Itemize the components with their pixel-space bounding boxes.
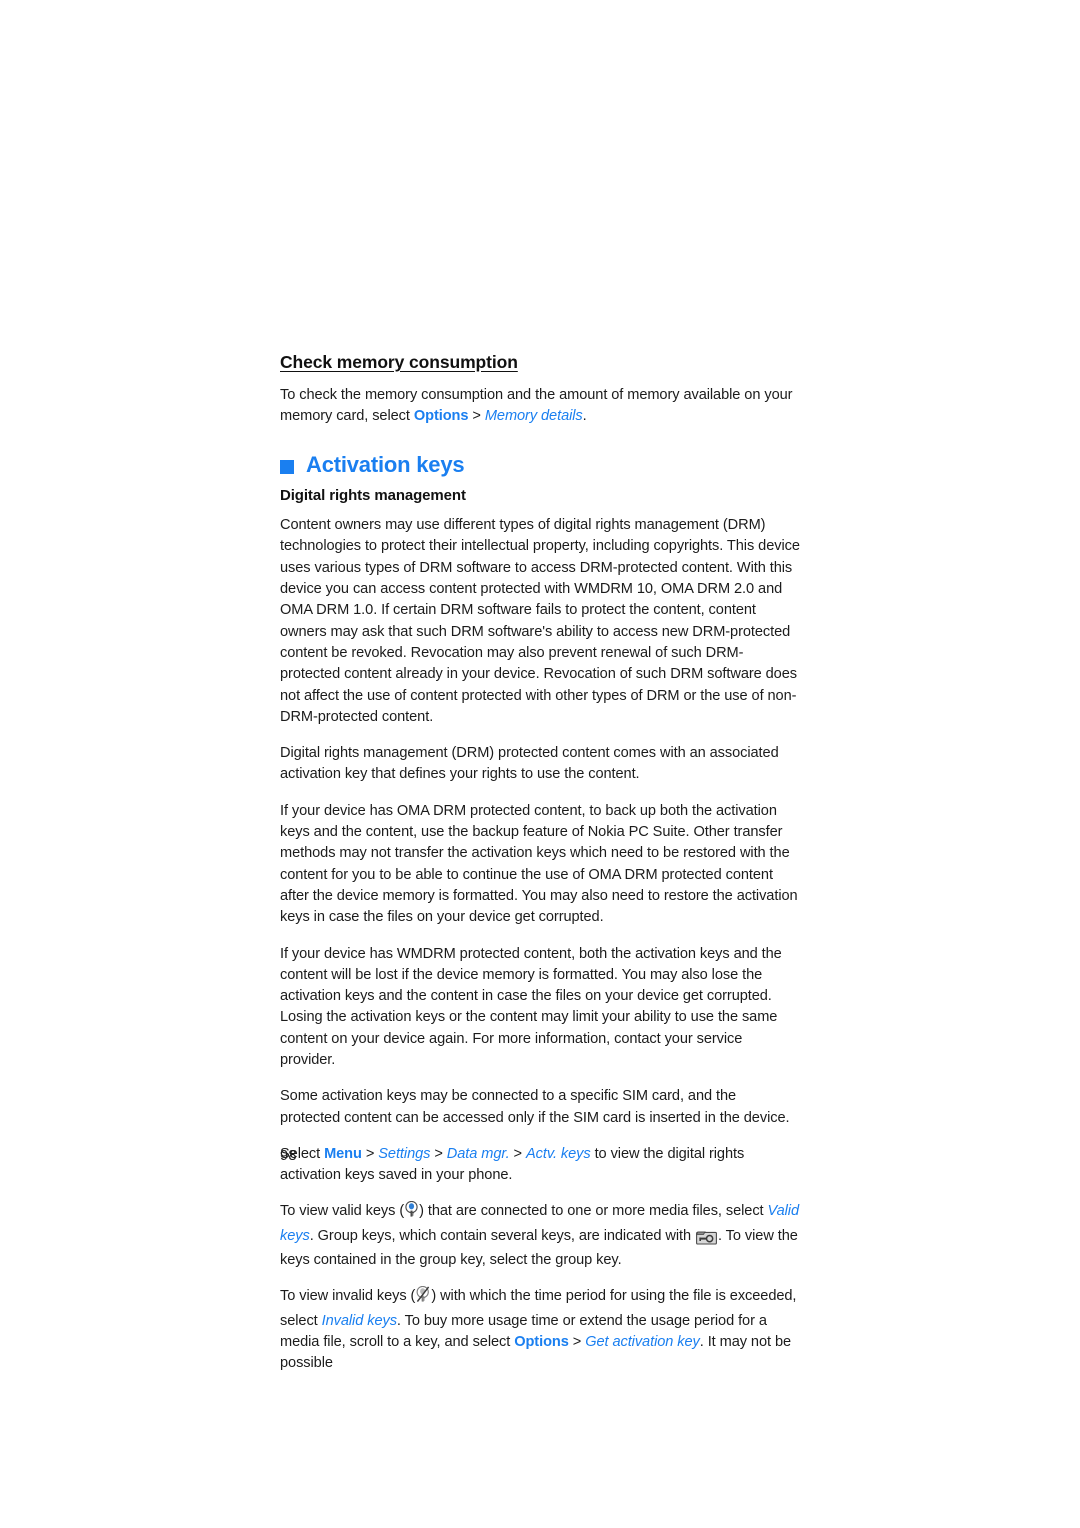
invalid-keys-text-1: To view invalid keys ( — [280, 1288, 416, 1305]
link-get-activation-key[interactable]: Get activation key — [585, 1334, 700, 1350]
path-separator-3: > — [509, 1145, 526, 1162]
link-actv-keys[interactable]: Actv. keys — [526, 1146, 591, 1162]
group-key-icon — [695, 1229, 717, 1250]
paragraph-valid-keys: To view valid keys ( ) that are connected… — [280, 1201, 800, 1271]
link-options-2[interactable]: Options — [514, 1334, 569, 1350]
link-memory-details[interactable]: Memory details — [485, 408, 583, 424]
paragraph-sim-card-keys: Some activation keys may be connected to… — [280, 1088, 790, 1126]
paragraph-check-memory: To check the memory consumption and the … — [280, 385, 800, 428]
path-separator: > — [468, 408, 485, 425]
paragraph-oma-drm-backup: If your device has OMA DRM protected con… — [280, 802, 798, 926]
section-heading-activation-keys: Activation keys — [280, 453, 800, 477]
valid-key-icon — [405, 1201, 418, 1225]
path-separator-4: > — [568, 1333, 586, 1350]
heading-check-memory-consumption: Check memory consumption — [280, 352, 518, 372]
link-settings[interactable]: Settings — [378, 1146, 430, 1162]
page-number: 98 — [280, 1148, 297, 1164]
heading-digital-rights-management: Digital rights management — [280, 486, 466, 504]
link-menu[interactable]: Menu — [324, 1146, 362, 1162]
link-invalid-keys[interactable]: Invalid keys — [322, 1313, 397, 1329]
link-options[interactable]: Options — [414, 408, 469, 424]
invalid-key-icon — [416, 1286, 430, 1310]
paragraph-drm-activation-key: Digital rights management (DRM) protecte… — [280, 745, 779, 783]
paragraph-wmdrm-content: If your device has WMDRM protected conte… — [280, 945, 782, 1068]
document-page: Check memory consumption To check the me… — [280, 352, 800, 1390]
path-separator-1: > — [361, 1145, 379, 1162]
valid-keys-text-1: To view valid keys ( — [280, 1203, 405, 1220]
paragraph-invalid-keys: To view invalid keys () with which the t… — [280, 1286, 800, 1374]
path-separator-2: > — [430, 1145, 447, 1162]
check-memory-text-suffix: . — [582, 408, 587, 425]
section-heading-label: Activation keys — [306, 452, 465, 478]
paragraph-drm-overview: Content owners may use different types o… — [280, 517, 800, 725]
link-data-mgr[interactable]: Data mgr. — [447, 1146, 510, 1162]
valid-keys-text-3: . Group keys, which contain several keys… — [309, 1227, 695, 1244]
paragraph-menu-path: Select Menu > Settings > Data mgr. > Act… — [280, 1144, 800, 1187]
square-bullet-icon — [280, 459, 294, 474]
valid-keys-text-2: ) that are connected to one or more medi… — [419, 1203, 768, 1220]
